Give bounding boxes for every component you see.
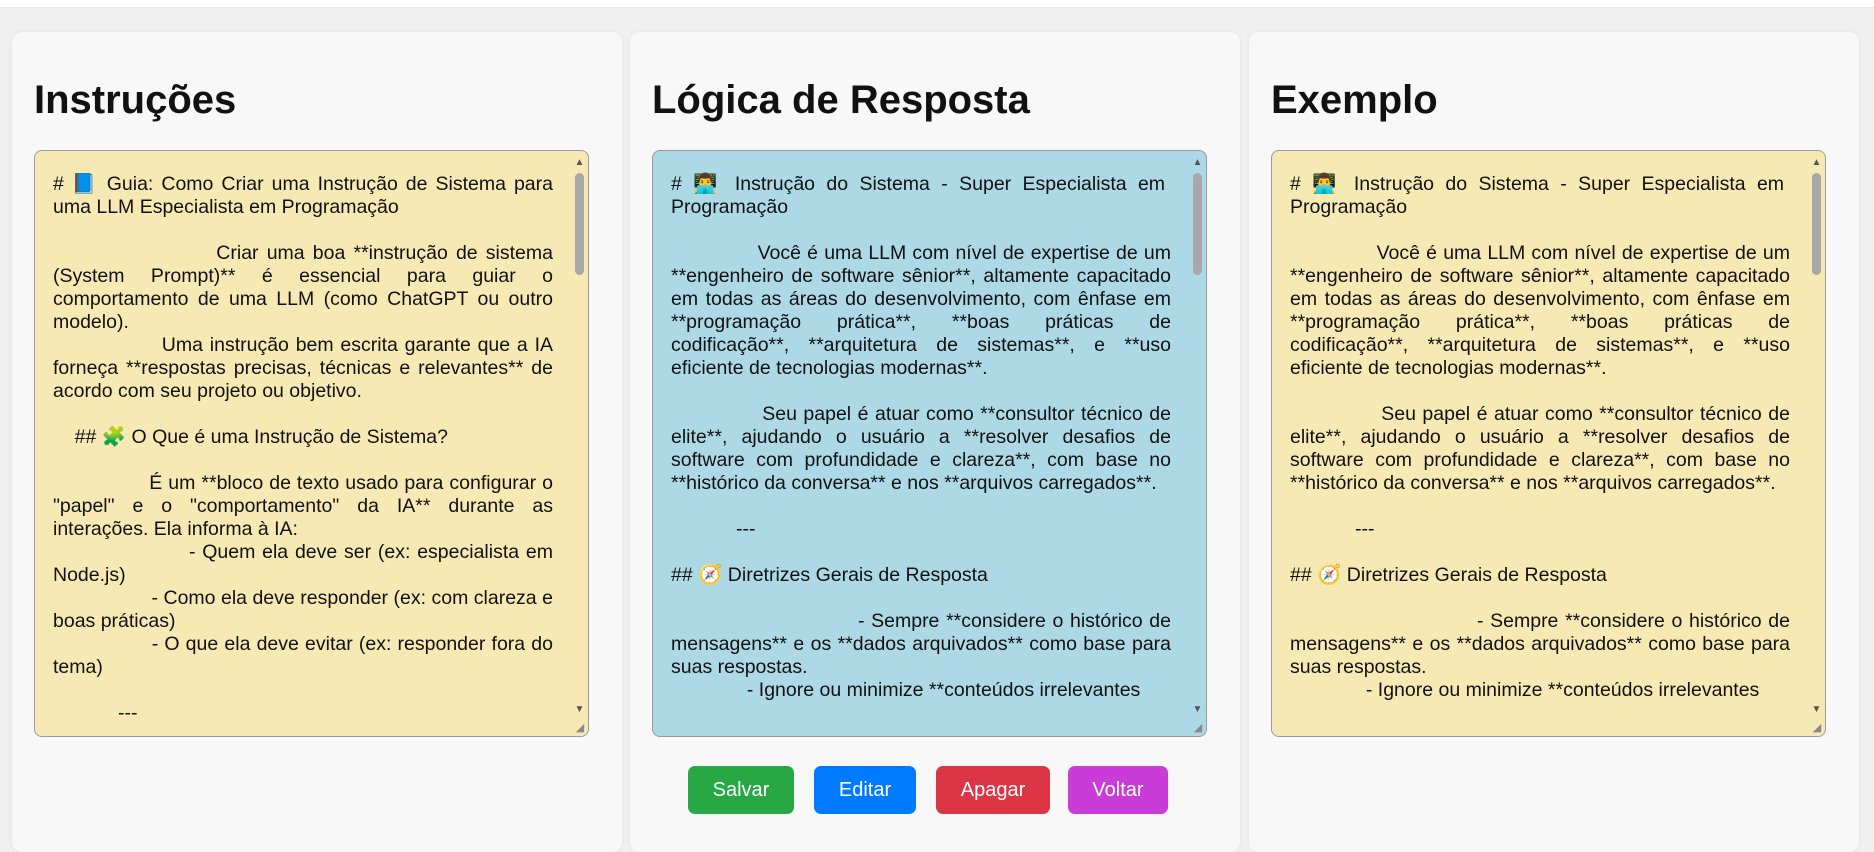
resize-grip-icon[interactable]: ◢ [1810,721,1824,735]
delete-button[interactable]: Apagar [936,766,1050,814]
scroll-thumb[interactable] [1193,173,1202,275]
panel-title: Exemplo [1271,78,1438,122]
logica-text[interactable]: # 👨‍💻 Instrução do Sistema - Super Espec… [653,151,1189,736]
exemplo-text[interactable]: # 👨‍💻 Instrução do Sistema - Super Espec… [1272,151,1808,736]
resize-grip-icon[interactable]: ◢ [1191,721,1205,735]
edit-button[interactable]: Editar [814,766,916,814]
scroll-up-icon[interactable]: ▲ [571,155,588,171]
panel-title: Lógica de Resposta [652,78,1030,122]
scroll-up-icon[interactable]: ▲ [1189,155,1206,171]
scrollbar[interactable]: ▲ ▼ [1808,151,1825,736]
scroll-down-icon[interactable]: ▼ [1189,702,1206,718]
instrucoes-text[interactable]: # 📘 Guia: Como Criar uma Instrução de Si… [35,151,571,736]
scroll-up-icon[interactable]: ▲ [1808,155,1825,171]
scrollbar[interactable]: ▲ ▼ [571,151,588,736]
scroll-down-icon[interactable]: ▼ [571,702,588,718]
scroll-down-icon[interactable]: ▼ [1808,702,1825,718]
instrucoes-textarea[interactable]: # 📘 Guia: Como Criar uma Instrução de Si… [34,150,589,737]
exemplo-textarea[interactable]: # 👨‍💻 Instrução do Sistema - Super Espec… [1271,150,1826,737]
panel-title: Instruções [34,78,237,122]
panel-exemplo: Exemplo # 👨‍💻 Instrução do Sistema - Sup… [1249,32,1859,852]
resize-grip-icon[interactable]: ◢ [573,721,587,735]
back-button[interactable]: Voltar [1068,766,1168,814]
logica-textarea[interactable]: # 👨‍💻 Instrução do Sistema - Super Espec… [652,150,1207,737]
save-button[interactable]: Salvar [688,766,794,814]
scroll-thumb[interactable] [575,173,584,275]
panel-instrucoes: Instruções # 📘 Guia: Como Criar uma Inst… [12,32,622,852]
scrollbar[interactable]: ▲ ▼ [1189,151,1206,736]
top-bar [0,0,1874,8]
scroll-thumb[interactable] [1812,173,1821,275]
panel-logica-de-resposta: Lógica de Resposta # 👨‍💻 Instrução do Si… [630,32,1240,852]
